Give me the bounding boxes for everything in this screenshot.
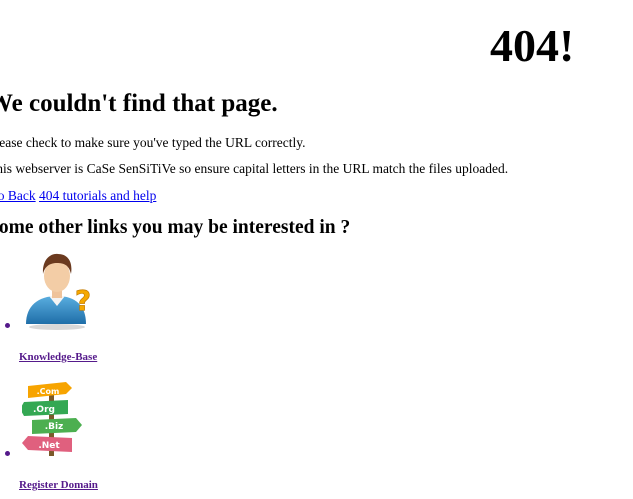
error-page: 404! We couldn't find that page. Please … <box>0 0 633 499</box>
other-links-heading: Some other links you may be interested i… <box>0 217 351 238</box>
error-code: 404! <box>490 20 575 71</box>
page-title: We couldn't find that page. <box>0 90 278 117</box>
user-question-icon[interactable]: ? <box>22 250 92 330</box>
help-links: Go Back 404 tutorials and help <box>0 187 156 205</box>
register-domain-link[interactable]: Register Domain <box>19 478 98 492</box>
list-bullet <box>5 451 10 456</box>
com-label: .Com <box>37 387 60 396</box>
knowledge-base-link[interactable]: Knowledge-Base <box>19 350 97 364</box>
tutorials-link[interactable]: 404 tutorials and help <box>39 188 156 203</box>
org-label: .Org <box>33 405 55 415</box>
go-back-link[interactable]: Go Back <box>0 188 36 203</box>
domain-signpost-icon[interactable]: .Com .Org .Biz .Net <box>22 380 86 456</box>
svg-text:?: ? <box>75 284 91 317</box>
list-bullet <box>5 323 10 328</box>
case-sensitive-note: This webserver is CaSe SenSiTiVe so ensu… <box>0 161 509 176</box>
biz-label: .Biz <box>45 422 64 432</box>
net-label: .Net <box>38 441 60 451</box>
instruction-text: Please check to make sure you've typed t… <box>0 135 306 150</box>
